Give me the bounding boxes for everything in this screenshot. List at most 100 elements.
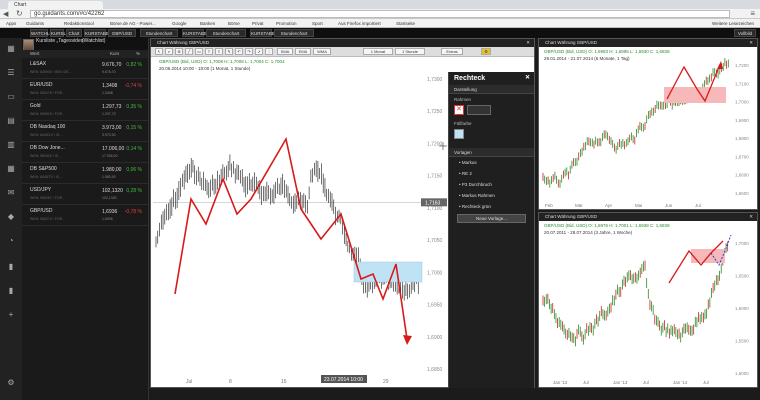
watchlist-row[interactable]: Gold WKN: 965515 / FOR... 1.297,73 1.297…: [22, 100, 148, 121]
watchlist-row[interactable]: EUR/USD WKN: 965275 / FOR... 1,3408 1,34…: [22, 79, 148, 100]
bookmark-item[interactable]: Guidants: [26, 19, 44, 28]
watchlist-row[interactable]: DB S&P500 WKN: A0AET0 / IS... 1.980,00 1…: [22, 163, 148, 184]
table-icon[interactable]: ▦: [4, 164, 18, 174]
reload-icon[interactable]: ↻: [16, 9, 23, 18]
price-axis-label: 1,7200: [735, 63, 749, 68]
comment-icon[interactable]: ✉: [4, 188, 18, 198]
instrument-price: 3.973,00: [102, 125, 122, 131]
bookmark-item[interactable]: Apps: [6, 19, 16, 28]
bookmark-item[interactable]: Promotion: [276, 19, 297, 28]
weekly-price-chart[interactable]: 1,7000 1,6500 1,6000 1,5500 1,5000 Jan '12 Jul…: [539, 213, 759, 389]
time-axis-label: Jul: [186, 379, 192, 385]
watchlist-row[interactable]: DB Nasdaq 100 WKN: A0AE1X / IS... 3.973,…: [22, 121, 148, 142]
bookmark-item[interactable]: Aus Firefox importiert: [338, 19, 381, 28]
hourly-chart-button[interactable]: Stundenchart: [140, 29, 178, 37]
instrument-price: 1.297,73: [102, 104, 122, 110]
column-header[interactable]: Wert: [30, 50, 39, 58]
new-template-button[interactable]: Neue Vorlage...: [457, 214, 526, 223]
bookmark-item[interactable]: Banken: [200, 19, 215, 28]
template-item[interactable]: • Rechteck grün: [449, 201, 534, 212]
instrument-change: 0,28 %: [126, 188, 142, 194]
hourly-chart-button[interactable]: Stundenchart: [206, 29, 246, 37]
price-axis-label: 1,7200: [427, 141, 443, 147]
gauge-icon[interactable]: ◔: [4, 236, 18, 246]
open-list-button[interactable]: KURSLISTE ÖFFNEN: [50, 29, 76, 43]
price-axis-label: 1,7100: [427, 206, 443, 212]
fill-color-swatch[interactable]: [454, 129, 464, 139]
bookmark-item[interactable]: Privat: [252, 19, 264, 28]
open-table-button[interactable]: KURSTABELLE ÖFFNEN: [84, 29, 117, 43]
browser-tab[interactable]: Chart: [8, 1, 103, 9]
instrument-button[interactable]: GBP/USD: [108, 29, 136, 37]
fullscreen-button[interactable]: Vollbild: [734, 29, 756, 37]
grid-icon[interactable]: ▦: [4, 44, 18, 54]
instrument-change: 0,15 %: [126, 125, 142, 131]
template-item[interactable]: • RE 2: [449, 168, 534, 179]
tag-icon[interactable]: ◆: [4, 212, 18, 222]
price-axis-label: 1,7150: [427, 174, 443, 180]
price-axis-label: 1,7300: [427, 77, 443, 83]
template-item[interactable]: • Markus Rahmen: [449, 190, 534, 201]
list-icon[interactable]: ☰: [4, 68, 18, 78]
column-header[interactable]: %: [136, 50, 140, 58]
plus-icon[interactable]: +: [4, 310, 18, 320]
template-item[interactable]: • Markus: [449, 157, 534, 168]
back-arrow-icon[interactable]: ◀: [3, 10, 8, 18]
price-axis-label: 1,6600: [735, 173, 749, 178]
price-axis-label: 1,6700: [735, 154, 749, 159]
bookmark-icon[interactable]: ▮: [4, 262, 18, 272]
chart-button[interactable]: Chart: [66, 29, 82, 37]
current-price-label: 1,7163: [425, 200, 441, 206]
price-axis-label: 1,7000: [735, 241, 749, 246]
section-templates[interactable]: Vorlagen: [449, 148, 534, 157]
bookmark-item[interactable]: Redaktionstool: [64, 19, 94, 28]
drawing-title: Rechteck ✕: [449, 72, 534, 85]
price-axis-label: 1,6950: [427, 303, 443, 309]
time-axis-label: Jul: [695, 203, 701, 208]
instrument-id: WKN: 969420 / IS...: [30, 154, 61, 158]
price-axis-label: 1,7100: [735, 81, 749, 86]
bookmark-item[interactable]: Börse.de AG - Power...: [110, 19, 156, 28]
drawing-properties-panel: Rechteck ✕ Darstellung Rahmen ✕ Füllfarbe…: [448, 72, 534, 388]
section-settings[interactable]: Darstellung: [449, 85, 534, 94]
time-axis-label: Feb: [545, 203, 553, 208]
menu-icon[interactable]: ≡: [750, 9, 755, 18]
watchlist-row[interactable]: GBP/USD WKN: 965274 / FOR... 1,6936 1,69…: [22, 205, 148, 226]
open-watchlist-button[interactable]: WATCHLIST ÖFFNEN: [30, 29, 57, 43]
instrument-name: Gold: [30, 103, 41, 109]
hourly-chart-button[interactable]: Stundenchart: [274, 29, 314, 37]
wave-count-line[interactable]: [174, 136, 408, 340]
bookmark-item[interactable]: Google: [172, 19, 187, 28]
instrument-price: 9.676,70: [102, 62, 122, 68]
watchlist-row[interactable]: L&SAX WKN: 846900 / ISIN: DE... 9.676,70…: [22, 58, 148, 79]
open-table-button[interactable]: KURSTABELLE ÖFFNEN: [250, 29, 283, 43]
bookmark-item[interactable]: Sport: [312, 19, 323, 28]
border-color-swatch[interactable]: ✕: [454, 105, 464, 115]
watchlist-row[interactable]: USD/JPY WKN: 965267 / FOR... 102,1320 10…: [22, 184, 148, 205]
daily-price-chart[interactable]: 1,7200 1,7100 1,7000 1,6900 1,6800 1,6700 1,66…: [539, 39, 759, 211]
gear-icon[interactable]: ⚙: [4, 378, 18, 388]
price-axis-label: 1,6500: [735, 191, 749, 196]
arrow-head: [717, 61, 723, 69]
instrument-change: 0,35 %: [126, 104, 142, 110]
monitor-icon[interactable]: ▭: [4, 92, 18, 102]
document-icon[interactable]: ▤: [4, 116, 18, 126]
rectangle-drawing[interactable]: [353, 261, 423, 283]
close-icon[interactable]: ✕: [525, 72, 530, 85]
left-icon-rail: ▦ ☰ ▭ ▤ ▥ ▦ ✉ ◆ ◔ ▮ ▮ + ⚙: [0, 38, 22, 400]
border-controls: ✕: [449, 102, 534, 118]
bookmark-icon[interactable]: ▮: [4, 286, 18, 296]
other-bookmarks[interactable]: Weitere Lesezeichen: [712, 19, 754, 28]
chart-icon[interactable]: ▥: [4, 140, 18, 150]
open-table-button[interactable]: KURSTABELLE ÖFFNEN: [182, 29, 215, 43]
instrument-price-small: 1.297,73: [102, 112, 116, 116]
column-header[interactable]: Kurs: [110, 50, 119, 58]
rectangle-drawing[interactable]: [664, 87, 726, 103]
bookmark-item[interactable]: Börse: [228, 19, 240, 28]
bookmark-item[interactable]: Startseite: [396, 19, 415, 28]
border-style-select[interactable]: [467, 105, 491, 115]
template-item[interactable]: • P3 Durchbruch: [449, 179, 534, 190]
address-input[interactable]: go.guidants.com/#c/42262: [30, 10, 730, 18]
time-axis-label: Jul: [583, 380, 589, 385]
watchlist-row[interactable]: DB Dow Jone... WKN: 969420 / IS... 17.00…: [22, 142, 148, 163]
